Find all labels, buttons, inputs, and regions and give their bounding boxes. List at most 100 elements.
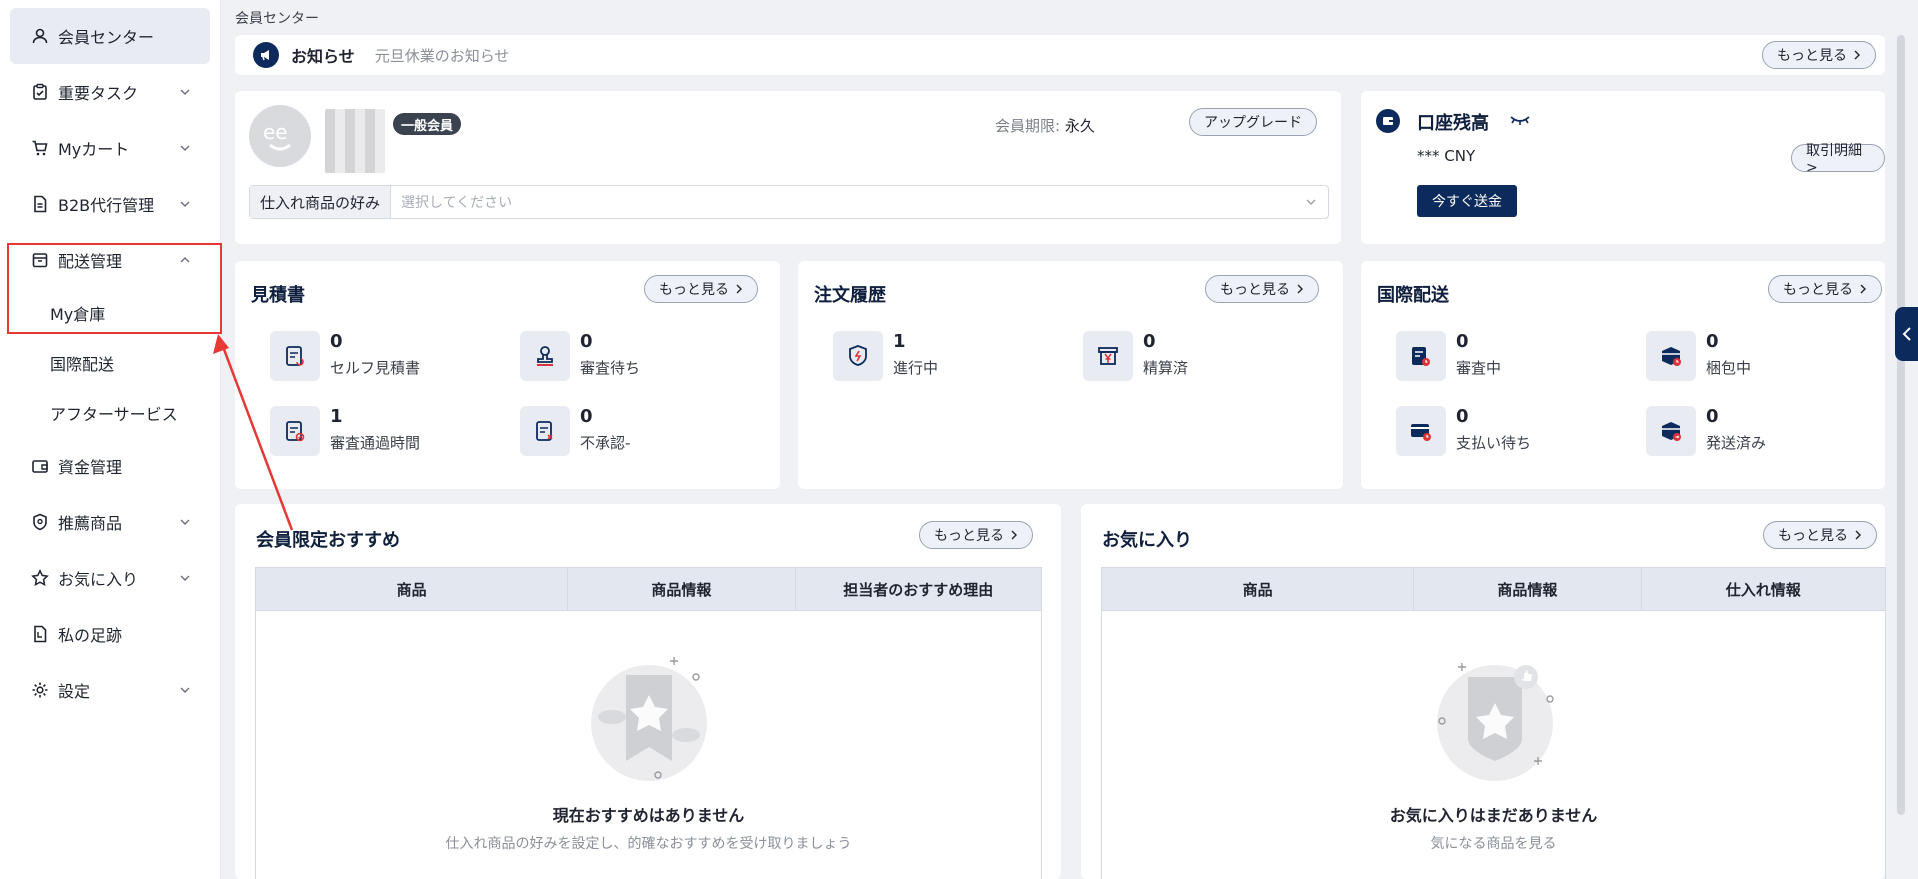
transaction-details-button[interactable]: 取引明細 > bbox=[1791, 143, 1885, 176]
sidebar-item-label: お気に入り bbox=[58, 570, 139, 589]
preference-placeholder: 選択してください bbox=[401, 195, 513, 211]
sidebar-item-footprints[interactable]: 私の足跡 bbox=[10, 606, 210, 662]
stat-settled[interactable]: 0 精算済 bbox=[1083, 329, 1303, 383]
stat-in-progress[interactable]: 1 進行中 bbox=[833, 329, 1053, 383]
stat-awaiting-payment[interactable]: 0 支払い待ち bbox=[1396, 404, 1616, 458]
badge-icon bbox=[30, 512, 50, 532]
chevron-right-icon bbox=[1855, 530, 1861, 540]
register-yen-icon bbox=[1083, 331, 1133, 381]
sidebar-item-label: 資金管理 bbox=[58, 458, 123, 477]
sidebar-item-shipping[interactable]: 配送管理 bbox=[10, 232, 210, 288]
purchase-preference-select[interactable]: 仕入れ商品の好み 選択してください bbox=[249, 185, 1329, 219]
empty-favorites-illustration bbox=[1437, 663, 1554, 781]
chevron-left-icon bbox=[1902, 327, 1911, 341]
wallet-icon bbox=[30, 456, 50, 476]
box-icon bbox=[30, 250, 50, 270]
card-clock-icon bbox=[1396, 406, 1446, 456]
username-redacted bbox=[325, 109, 385, 173]
sidebar: 会員センター 重要タスク Myカート B2B代行管理 配送管理 My倉庫 国際配… bbox=[0, 0, 221, 879]
chevron-right-icon bbox=[1854, 50, 1860, 60]
stat-number: 0 bbox=[580, 331, 593, 352]
stat-under-review[interactable]: 0 審査中 bbox=[1396, 329, 1616, 383]
notice-text[interactable]: 元旦休業のお知らせ bbox=[375, 45, 510, 66]
star-icon bbox=[30, 568, 50, 588]
member-card: ee 一般会員 会員期限: 永久 アップグレード 仕入れ商品の好み 選択してくだ… bbox=[235, 91, 1341, 244]
membership-badge: 一般会員 bbox=[393, 113, 462, 135]
sidebar-subitem-label: My倉庫 bbox=[50, 305, 106, 324]
chevron-down-icon bbox=[180, 89, 190, 95]
balance-title: 口座残高 bbox=[1417, 113, 1489, 134]
stat-review-passed[interactable]: 1 審査通過時間 bbox=[270, 404, 490, 458]
recommend-title: 会員限定おすすめ bbox=[256, 530, 400, 551]
sidebar-item-label: 重要タスク bbox=[58, 84, 139, 103]
more-label: もっと見る bbox=[934, 528, 1004, 544]
sidebar-item-label: 配送管理 bbox=[58, 252, 123, 271]
more-label: もっと見る bbox=[1777, 48, 1847, 64]
empty-title: お気に入りはまだありません bbox=[1389, 806, 1598, 825]
membership-expiry: 会員期限: 永久 bbox=[995, 115, 1095, 136]
intl-more-button[interactable]: もっと見る bbox=[1768, 275, 1882, 303]
recommend-more-button[interactable]: もっと見る bbox=[919, 521, 1033, 549]
chevron-down-icon bbox=[1306, 199, 1316, 205]
preference-label: 仕入れ商品の好み bbox=[250, 186, 392, 218]
sidebar-item-recommended[interactable]: 推薦商品 bbox=[10, 494, 210, 550]
document-icon bbox=[30, 194, 50, 214]
stat-shipped[interactable]: 0 発送済み bbox=[1646, 404, 1866, 458]
sidebar-item-cart[interactable]: Myカート bbox=[10, 120, 210, 176]
column-header: 商品 bbox=[256, 568, 569, 610]
notice-more-button[interactable]: もっと見る bbox=[1762, 41, 1876, 69]
stat-awaiting-review[interactable]: 0 審査待ち bbox=[520, 329, 740, 383]
stat-label: 不承認- bbox=[580, 434, 631, 452]
favorites-more-button[interactable]: もっと見る bbox=[1763, 521, 1877, 549]
sidebar-item-label: 設定 bbox=[58, 682, 91, 701]
gear-icon bbox=[30, 680, 50, 700]
empty-subtitle[interactable]: 気になる商品を見る bbox=[1102, 833, 1885, 853]
column-header: 商品情報 bbox=[568, 568, 796, 610]
sidebar-item-member-center[interactable]: 会員センター bbox=[10, 8, 210, 64]
sidebar-item-label: 推薦商品 bbox=[58, 514, 123, 533]
stat-label: 梱包中 bbox=[1706, 359, 1752, 377]
column-header: 商品 bbox=[1102, 568, 1415, 610]
favorites-title: お気に入り bbox=[1102, 530, 1192, 551]
eye-closed-icon[interactable] bbox=[1509, 113, 1531, 127]
avatar[interactable]: ee bbox=[249, 105, 311, 167]
stat-self-quote[interactable]: 0 セルフ見積書 bbox=[270, 329, 490, 383]
sidebar-item-funds[interactable]: 資金管理 bbox=[10, 438, 210, 494]
svg-text:ee: ee bbox=[263, 120, 288, 144]
sidebar-subitem-after-service[interactable]: アフターサービス bbox=[10, 388, 210, 438]
balance-card: 口座残高 *** CNY 取引明細 > 今すぐ送金 bbox=[1361, 91, 1885, 244]
page-scrollbar[interactable] bbox=[1897, 35, 1905, 815]
upgrade-button[interactable]: アップグレード bbox=[1189, 108, 1317, 136]
favorites-card: お気に入り もっと見る 商品 商品情報 仕入れ情報 お気に入りはまだありません bbox=[1081, 504, 1886, 879]
sidebar-subitem-my-warehouse[interactable]: My倉庫 bbox=[10, 288, 210, 338]
stat-rejected[interactable]: 0 不承認- bbox=[520, 404, 740, 458]
app-root: 会員センター 重要タスク Myカート B2B代行管理 配送管理 My倉庫 国際配… bbox=[0, 0, 1918, 879]
breadcrumb: 会員センター bbox=[235, 11, 319, 27]
clipboard-check-icon bbox=[30, 82, 50, 102]
stat-packing[interactable]: 0 梱包中 bbox=[1646, 329, 1866, 383]
collapse-panel-tab[interactable] bbox=[1895, 307, 1918, 361]
more-label: もっと見る bbox=[659, 282, 729, 298]
package-sent-icon bbox=[1646, 406, 1696, 456]
orders-more-button[interactable]: もっと見る bbox=[1205, 275, 1319, 303]
quotes-more-button[interactable]: もっと見る bbox=[644, 275, 758, 303]
sidebar-item-b2b[interactable]: B2B代行管理 bbox=[10, 176, 210, 232]
doc-clock-icon bbox=[1396, 331, 1446, 381]
intl-shipping-card: 国際配送 もっと見る 0 審査中 0 梱包中 0 支払い待ち 0 発送済み bbox=[1361, 261, 1885, 489]
sidebar-item-tasks[interactable]: 重要タスク bbox=[10, 64, 210, 120]
sidebar-subitem-label: アフターサービス bbox=[50, 405, 178, 424]
wallet-icon bbox=[1376, 109, 1400, 133]
send-money-button[interactable]: 今すぐ送金 bbox=[1417, 185, 1517, 217]
recommend-table-body: 現在おすすめはありません 仕入れ商品の好みを設定し、的確なおすすめを受け取りまし… bbox=[255, 611, 1042, 879]
clipboard-x-icon bbox=[520, 406, 570, 456]
sidebar-item-favorites[interactable]: お気に入り bbox=[10, 550, 210, 606]
column-header: 担当者のおすすめ理由 bbox=[843, 580, 994, 599]
stat-number: 0 bbox=[330, 331, 343, 352]
sidebar-item-settings[interactable]: 設定 bbox=[10, 662, 210, 718]
chevron-down-icon bbox=[180, 687, 190, 693]
stamp-icon bbox=[520, 331, 570, 381]
stat-number: 0 bbox=[1456, 331, 1469, 352]
more-label: もっと見る bbox=[1783, 282, 1853, 298]
sidebar-subitem-intl-shipping[interactable]: 国際配送 bbox=[10, 338, 210, 388]
stat-number: 0 bbox=[1706, 331, 1719, 352]
